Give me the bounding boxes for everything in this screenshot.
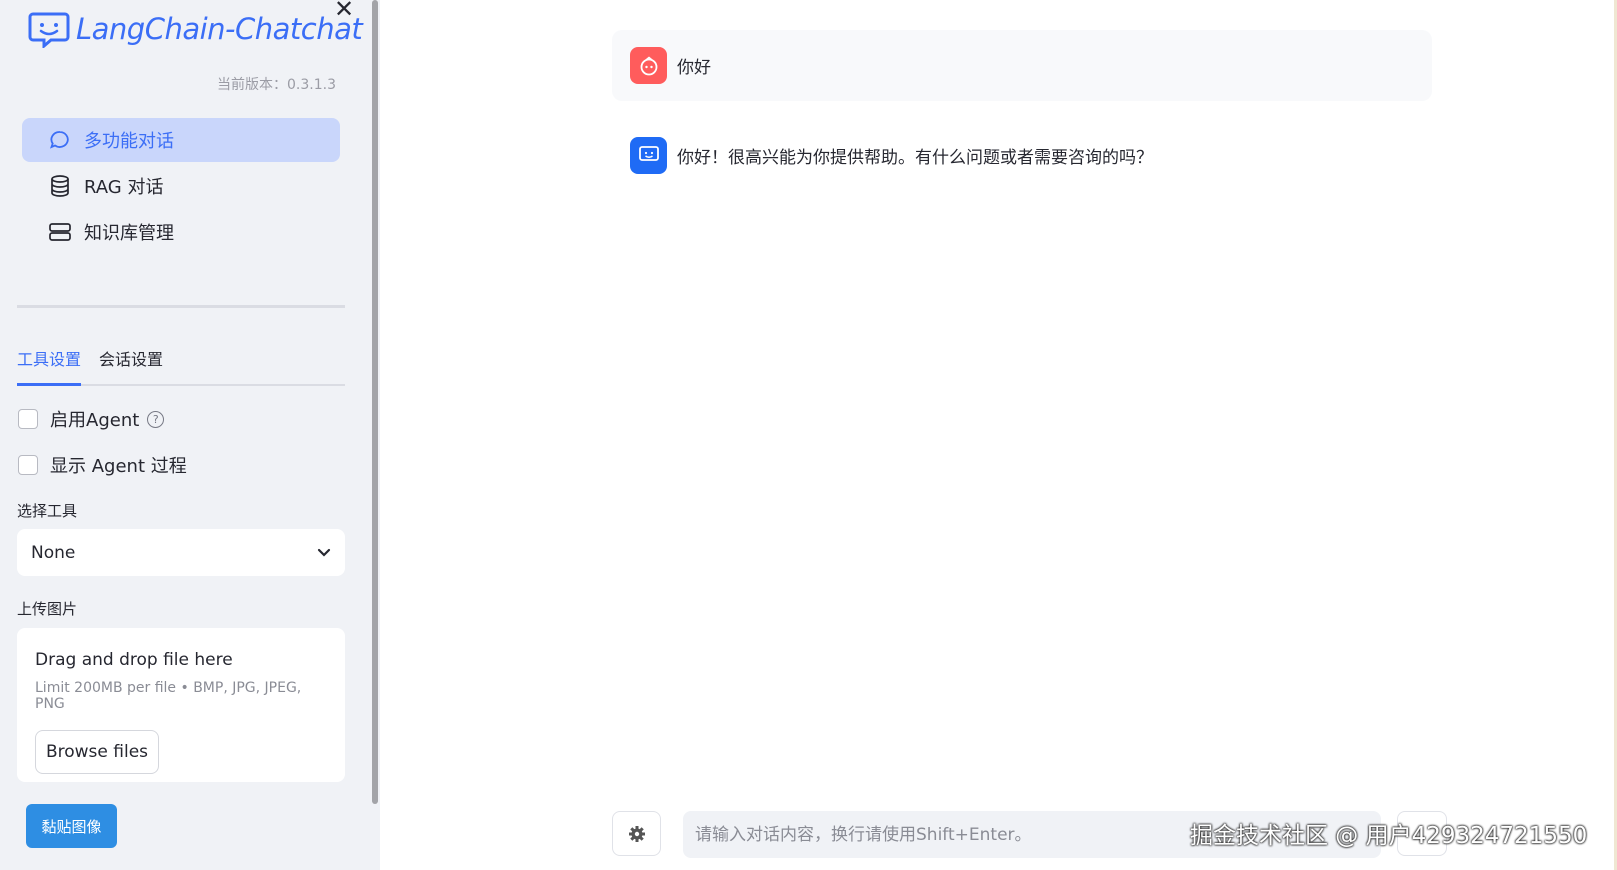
logo-text: LangChain-Chatchat — [76, 12, 363, 46]
enable-agent-checkbox[interactable] — [18, 409, 38, 429]
assistant-message-text: 你好！很高兴能为你提供帮助。有什么问题或者需要咨询的吗？ — [677, 147, 1153, 168]
user-avatar-icon — [630, 47, 667, 84]
dropzone-title: Drag and drop file here — [35, 650, 233, 670]
gear-icon — [628, 825, 645, 842]
assistant-avatar-icon — [630, 136, 667, 174]
select-tool-label: 选择工具 — [17, 502, 78, 520]
enable-agent-label: 启用Agent — [50, 410, 140, 431]
sidebar: ✕ LangChain-Chatchat 当前版本：0.3.1.3 多功能对话 … — [0, 0, 380, 870]
menu-item-knowledge-base[interactable]: 知识库管理 — [22, 210, 340, 254]
chat-bubble-icon — [48, 128, 72, 152]
tab-tool-settings[interactable]: 工具设置 — [17, 346, 82, 386]
browse-files-button[interactable]: Browse files — [35, 730, 159, 774]
storage-icon — [48, 220, 72, 244]
database-icon — [48, 174, 72, 198]
menu-item-label: 知识库管理 — [84, 223, 174, 244]
tool-select-value: None — [31, 542, 76, 563]
show-agent-process-checkbox[interactable] — [18, 455, 38, 475]
user-message-text: 你好 — [677, 58, 711, 78]
help-icon[interactable]: ? — [147, 410, 165, 428]
dropzone-limit: Limit 200MB per file • BMP, JPG, JPEG, P… — [35, 680, 302, 712]
show-agent-process-checkbox-row[interactable]: 显示 Agent 过程 — [18, 452, 187, 478]
sidebar-menu: 多功能对话 RAG 对话 知识库管理 — [22, 118, 340, 256]
logo-chat-icon — [28, 12, 70, 48]
settings-button[interactable] — [612, 811, 661, 856]
watermark: 掘金技术社区 @ 用户429324721550 — [1190, 823, 1588, 849]
chevron-down-icon — [317, 548, 331, 557]
settings-tabs: 工具设置 会话设置 — [17, 346, 345, 386]
sidebar-scrollbar[interactable] — [372, 0, 378, 804]
paste-image-button[interactable]: 黏贴图像 — [26, 804, 117, 848]
tab-session-settings[interactable]: 会话设置 — [99, 346, 163, 384]
enable-agent-checkbox-row[interactable]: 启用Agent ? — [18, 406, 165, 432]
file-dropzone[interactable]: Drag and drop file here Limit 200MB per … — [17, 628, 345, 782]
show-agent-process-label: 显示 Agent 过程 — [50, 456, 187, 477]
tool-select[interactable]: None — [17, 529, 345, 576]
menu-item-label: 多功能对话 — [84, 131, 174, 152]
menu-item-rag-chat[interactable]: RAG 对话 — [22, 164, 340, 208]
version-label: 当前版本：0.3.1.3 — [217, 77, 336, 93]
app-logo: LangChain-Chatchat — [28, 10, 363, 48]
upload-image-label: 上传图片 — [17, 600, 78, 618]
menu-item-multifunction-chat[interactable]: 多功能对话 — [22, 118, 340, 162]
user-message: 你好 — [612, 30, 1432, 101]
sidebar-divider — [17, 305, 345, 308]
assistant-message: 你好！很高兴能为你提供帮助。有什么问题或者需要咨询的吗？ — [612, 130, 1432, 180]
menu-item-label: RAG 对话 — [84, 177, 164, 198]
